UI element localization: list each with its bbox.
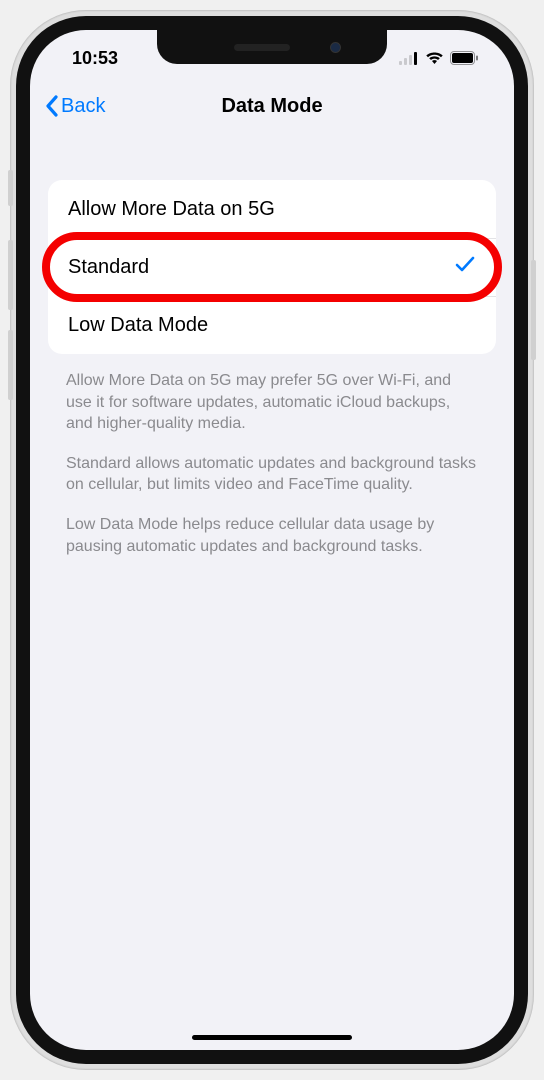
battery-icon	[450, 51, 478, 65]
phone-frame: 10:53	[10, 10, 534, 1070]
footer-p3: Low Data Mode helps reduce cellular data…	[66, 514, 478, 557]
status-time: 10:53	[72, 48, 118, 69]
speaker-grille	[234, 44, 290, 51]
option-label: Allow More Data on 5G	[68, 198, 275, 221]
option-low-data-mode[interactable]: Low Data Mode	[48, 296, 496, 354]
footer-p2: Standard allows automatic updates and ba…	[66, 453, 478, 496]
home-indicator[interactable]	[192, 1035, 352, 1040]
chevron-left-icon	[44, 94, 59, 118]
back-label: Back	[61, 95, 105, 118]
nav-bar: Back Data Mode	[30, 80, 514, 132]
phone-screen: 10:53	[30, 30, 514, 1050]
page-title: Data Mode	[221, 95, 322, 118]
mute-switch	[8, 170, 13, 206]
volume-down-button	[8, 330, 13, 400]
status-icons	[399, 51, 478, 65]
footer-description: Allow More Data on 5G may prefer 5G over…	[48, 370, 496, 557]
front-camera	[330, 42, 341, 53]
option-label: Standard	[68, 256, 149, 279]
option-standard[interactable]: Standard	[48, 238, 496, 296]
option-label: Low Data Mode	[68, 314, 208, 337]
back-button[interactable]: Back	[44, 94, 105, 118]
wifi-icon	[425, 51, 444, 65]
cellular-icon	[399, 52, 419, 65]
power-button	[531, 260, 536, 360]
checkmark-icon	[454, 253, 476, 281]
volume-up-button	[8, 240, 13, 310]
option-allow-more-5g[interactable]: Allow More Data on 5G	[48, 180, 496, 238]
content-area: Allow More Data on 5G Standard Low Data …	[30, 180, 514, 1050]
data-mode-list: Allow More Data on 5G Standard Low Data …	[48, 180, 496, 354]
footer-p1: Allow More Data on 5G may prefer 5G over…	[66, 370, 478, 435]
notch	[157, 30, 387, 64]
